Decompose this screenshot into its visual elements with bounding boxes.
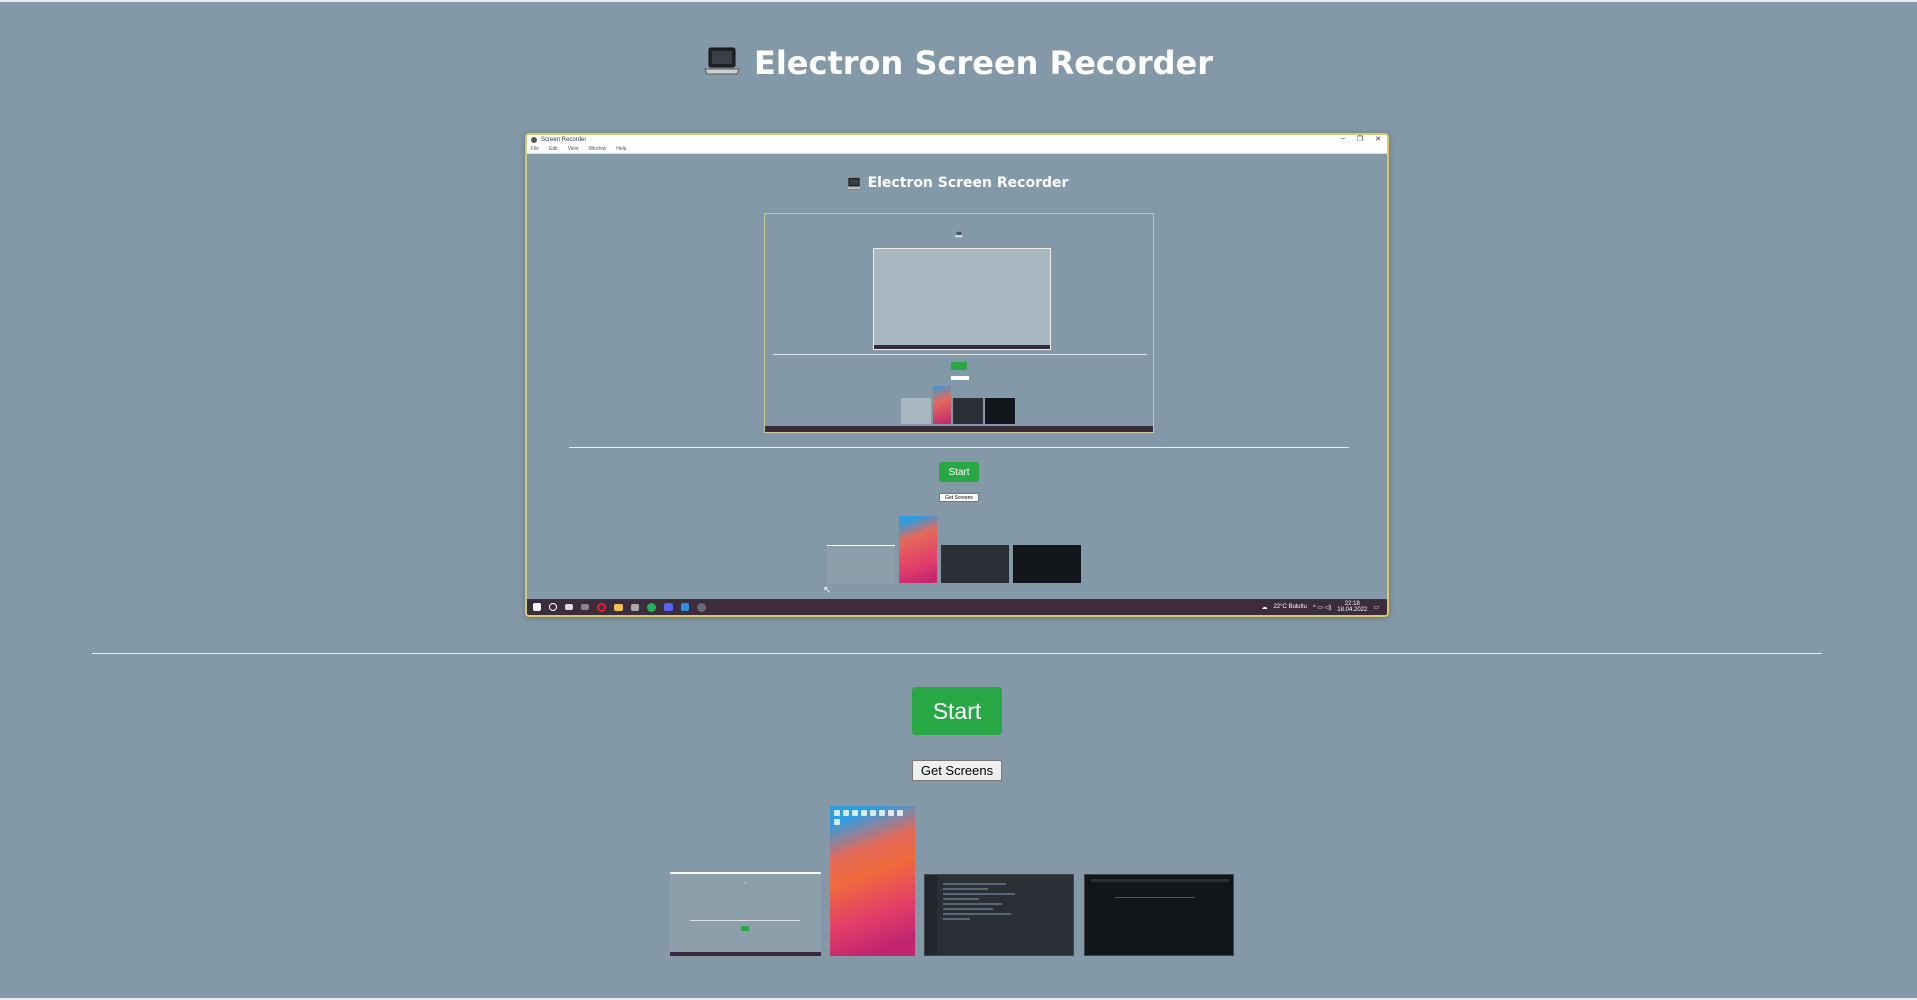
explorer-icon [631,603,639,611]
nested-get-screens-button [951,376,969,380]
menu-item-edit: Edit [549,146,558,152]
start-button[interactable]: Start [912,687,1002,735]
close-icon: ✕ [1375,136,1381,143]
preview-divider [569,447,1349,448]
menu-item-view: View [567,146,579,152]
screen-thumbnail-code-editor[interactable] [924,874,1074,956]
nested-thumb [933,386,951,424]
cloud-icon: ☁ [1261,604,1268,611]
notification-icon: ▭ [1373,604,1379,611]
preview-thumb-editor [941,545,1009,583]
cursor-icon: ↖ [823,585,832,596]
nested-thumb [985,398,1015,424]
preview-window-titlebar: Screen Recorder [527,135,1387,145]
vscode-icon [681,603,689,611]
clock: 22:18 18.04.2022 [1337,601,1367,613]
weather-text: 22°C Bulutlu [1273,604,1307,610]
nested-preview: 💻 [764,213,1154,433]
maximize-icon: ❐ [1356,136,1364,143]
top-border [0,0,1917,2]
desktop-icons [834,810,911,825]
preview-thumb-desktop [899,516,937,583]
spotify-icon [647,602,656,612]
thumbnail-title: ▪ [744,880,747,885]
page-header: Electron Screen Recorder [0,44,1917,82]
preview-start-button: Start [939,462,979,482]
nested-preview-frame [873,248,1051,350]
screen-thumbnail-desktop[interactable] [830,806,915,956]
page-title: Electron Screen Recorder [753,44,1214,82]
preview-get-screens-button: Get Screens [939,493,979,502]
nested-taskbar [765,426,1153,432]
menu-item-help: Help [616,146,627,152]
nested-start-button [951,362,967,370]
electron-icon [697,602,706,612]
minimize-icon: – [1340,135,1345,142]
screen-thumbnail-terminal[interactable] [1084,874,1234,956]
preview-taskbar: ☁ 22°C Bulutlu ^ ▭ ◁) 22:18 18.04.2022 ▭ [527,599,1387,615]
section-divider [92,653,1822,654]
laptop-icon [845,177,862,189]
preview-thumb-window [827,545,895,584]
preview-window-controls: – ❐ ✕ [1341,135,1381,143]
preview-title-text: Electron Screen Recorder [867,175,1069,191]
nested-title: 💻 [954,231,964,238]
folder-icon [614,603,623,611]
flag-icon [565,604,573,610]
windows-start-icon [533,603,541,611]
preview-thumb-terminal [1013,545,1081,583]
nested-thumb [901,398,931,424]
search-icon [549,603,557,611]
screen-thumbnail-app-window[interactable]: ▪ [670,872,821,956]
preview-menubar: File Edit View Window Help [527,145,1387,154]
nested-divider [773,354,1147,355]
preview-window-title: Screen Recorder [541,137,587,143]
terminal-icon [581,604,589,610]
laptop-icon [704,46,740,81]
menu-item-window: Window [588,146,607,152]
tray-icons: ^ ▭ ◁) [1312,604,1332,611]
nested-thumb [953,398,983,424]
clock-date: 18.04.2022 [1337,607,1368,613]
preview-title: Electron Screen Recorder [527,175,1387,191]
video-preview: Screen Recorder – ❐ ✕ File Edit View Win… [525,133,1389,617]
discord-icon [664,603,673,611]
menu-item-file: File [531,146,540,152]
app-icon [531,137,537,143]
get-screens-button[interactable]: Get Screens [912,760,1002,781]
opera-icon [597,602,606,612]
